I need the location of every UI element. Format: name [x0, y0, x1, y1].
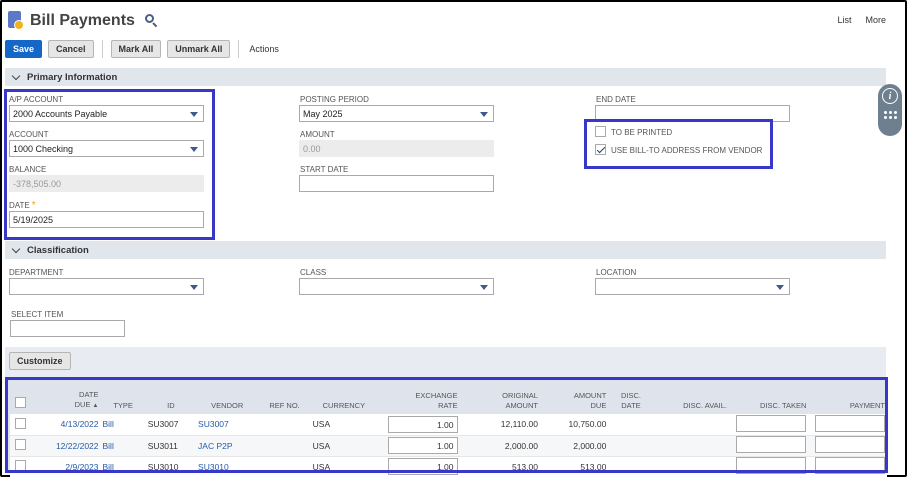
- chevron-down-icon: [11, 244, 21, 253]
- actions-menu[interactable]: Actions: [249, 44, 279, 54]
- list-toolbar: [5, 347, 886, 377]
- unmark-all-button[interactable]: Unmark All: [167, 40, 231, 58]
- start-date-input[interactable]: [299, 175, 494, 192]
- page-header: Bill Payments: [8, 7, 159, 35]
- posting-period-select[interactable]: May 2025: [299, 105, 494, 122]
- department-label: DEPARTMENT: [9, 268, 64, 277]
- side-widget[interactable]: i: [878, 84, 902, 136]
- classification-header[interactable]: Classification: [5, 241, 886, 259]
- amount-field: 0.00: [299, 140, 494, 157]
- toolbar: Save Cancel Mark All Unmark All Actions: [5, 40, 279, 58]
- customize-button[interactable]: Customize: [9, 352, 71, 370]
- highlight-box-accounts: [4, 89, 215, 240]
- select-item-input[interactable]: [10, 320, 125, 337]
- list-link[interactable]: List: [837, 15, 851, 25]
- class-label: CLASS: [300, 268, 327, 277]
- end-date-label: END DATE: [596, 95, 636, 104]
- highlight-box-checkboxes: [584, 119, 773, 169]
- search-icon[interactable]: [144, 14, 159, 28]
- section-title: Classification: [27, 244, 89, 256]
- class-select[interactable]: [299, 278, 494, 295]
- location-select[interactable]: [595, 278, 790, 295]
- chevron-down-icon: [11, 71, 21, 80]
- more-link[interactable]: More: [865, 15, 886, 25]
- highlight-box-table: [5, 377, 888, 473]
- toolbar-divider: [238, 40, 240, 58]
- location-label: LOCATION: [596, 268, 637, 277]
- department-select[interactable]: [9, 278, 204, 295]
- toolbar-divider: [101, 40, 103, 58]
- posting-period-label: POSTING PERIOD: [300, 95, 369, 104]
- primary-information-header[interactable]: Primary Information: [5, 68, 886, 86]
- info-icon[interactable]: i: [882, 88, 898, 104]
- top-links: List More: [837, 15, 886, 25]
- bill-payments-icon: [8, 11, 24, 31]
- section-title: Primary Information: [27, 71, 118, 83]
- select-item-label: SELECT ITEM: [11, 310, 64, 319]
- amount-label: AMOUNT: [300, 130, 335, 139]
- save-button[interactable]: Save: [5, 40, 43, 58]
- mark-all-button[interactable]: Mark All: [110, 40, 162, 58]
- cancel-button[interactable]: Cancel: [48, 40, 94, 58]
- start-date-label: START DATE: [300, 165, 349, 174]
- apps-grid-icon[interactable]: [883, 111, 897, 119]
- page-title: Bill Payments: [30, 12, 135, 29]
